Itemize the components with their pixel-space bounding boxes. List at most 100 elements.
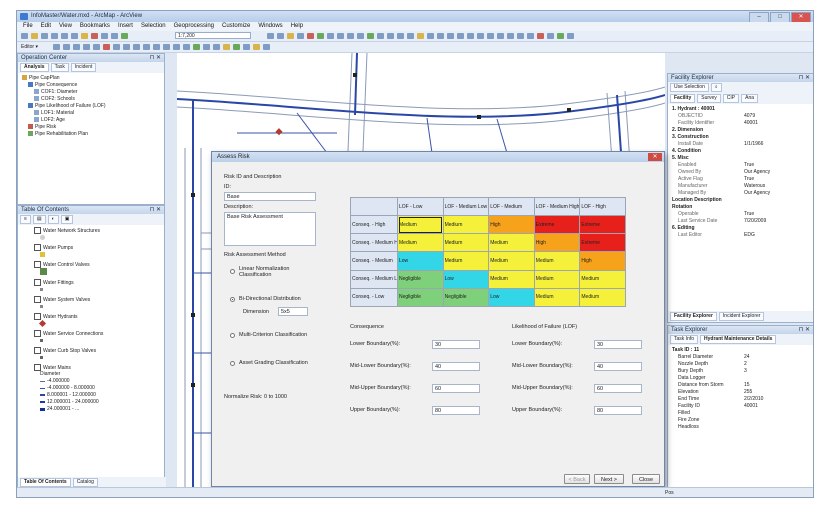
undo-icon[interactable] (101, 33, 108, 39)
property-row[interactable]: Headloss (672, 424, 809, 431)
matrix-cell[interactable]: Negligible (397, 287, 444, 308)
edit-vertices-icon[interactable] (113, 44, 120, 50)
matrix-cell[interactable]: Low (442, 269, 490, 289)
list-by-visibility-icon[interactable]: ◐ (47, 215, 59, 224)
zoom-out-icon[interactable] (347, 33, 354, 39)
table-of-contents-icon[interactable] (277, 33, 284, 39)
matrix-cell[interactable]: High (488, 215, 535, 235)
print-icon[interactable] (51, 33, 58, 39)
menu-geoprocessing[interactable]: Geoprocessing (174, 22, 214, 31)
property-row[interactable]: OBJECTID 4079 (672, 113, 809, 120)
clear-selection-icon[interactable] (427, 33, 434, 39)
network-icon[interactable] (193, 44, 200, 50)
tree-item[interactable]: COF2: Schools (22, 96, 160, 103)
matrix-cell[interactable]: Negligible (397, 269, 444, 289)
flag-icon[interactable] (203, 44, 210, 50)
trace-task-icon[interactable] (223, 44, 230, 50)
matrix-cell[interactable]: Medium (442, 251, 490, 271)
reshape-icon[interactable] (123, 44, 130, 50)
matrix-cell[interactable]: Negligible (442, 287, 490, 308)
cof-boundary-field[interactable]: 30 (432, 340, 480, 349)
find-icon[interactable] (477, 33, 484, 39)
settings-icon[interactable] (567, 33, 574, 39)
paste-icon[interactable] (81, 33, 88, 39)
list-by-drawing-order-icon[interactable]: ≡ (20, 215, 31, 224)
end-point-arc-icon[interactable] (83, 44, 90, 50)
tree-item[interactable]: Pipe Likelihood of Failure (LOF) (22, 103, 160, 110)
property-row[interactable]: Location Description (672, 197, 809, 204)
matrix-cell[interactable]: Medium (488, 251, 535, 271)
lof-boundary-field[interactable]: 80 (594, 406, 642, 415)
go-to-xy-icon[interactable] (487, 33, 494, 39)
property-row[interactable]: Operable True (672, 211, 809, 218)
menu-insert[interactable]: Insert (118, 22, 133, 31)
property-row[interactable]: Managed By Our Agency (672, 190, 809, 197)
method-radio-multicriterion[interactable] (230, 333, 235, 338)
property-row[interactable]: Last Editor EDG (672, 232, 809, 239)
property-row[interactable]: Enabled True (672, 162, 809, 169)
property-row[interactable]: Facility ID 40001 (672, 403, 809, 410)
matrix-cell[interactable]: Medium (442, 215, 490, 235)
layer-item[interactable]: Water Network Structures (22, 227, 160, 235)
property-row[interactable]: Distance from Storm 15 (672, 382, 809, 389)
map-scale-combo[interactable]: 1:7,200 (175, 32, 251, 39)
pan-icon[interactable] (357, 33, 364, 39)
property-row[interactable]: Active Flag True (672, 176, 809, 183)
save-icon[interactable] (41, 33, 48, 39)
property-row[interactable]: Barrel Diameter 24 (672, 354, 809, 361)
matrix-cell[interactable]: Medium (533, 251, 581, 271)
list-by-selection-icon[interactable]: ▣ (60, 215, 74, 224)
pin-icon[interactable]: ⊓ ✕ (150, 206, 161, 214)
tree-item[interactable]: COF1: Diameter (22, 89, 160, 96)
property-row[interactable]: 6. Editing (672, 225, 809, 232)
straight-segment-icon[interactable] (73, 44, 80, 50)
matrix-cell[interactable]: Medium (533, 269, 581, 289)
tab-ana[interactable]: Ana (741, 94, 759, 103)
tab-facility[interactable]: Facility (670, 94, 696, 103)
rotate-icon[interactable] (153, 44, 160, 50)
tab-task[interactable]: Task (50, 63, 69, 72)
property-row[interactable]: Facility Identifier 40001 (672, 120, 809, 127)
property-row[interactable]: Rotation (672, 204, 809, 211)
property-row[interactable]: End Time 2/2/2010 (672, 396, 809, 403)
time-slider-icon[interactable] (497, 33, 504, 39)
tab-table-of-contents[interactable]: Table Of Contents (20, 478, 71, 487)
method-radio-bidirectional[interactable] (230, 297, 235, 302)
hyperlink-icon[interactable] (457, 33, 464, 39)
tab-hydrant-maintenance[interactable]: Hydrant Maintenance Details (700, 335, 777, 344)
fixed-zoom-out-icon[interactable] (387, 33, 394, 39)
property-row[interactable]: Fire Zone (672, 417, 809, 424)
matrix-cell[interactable]: Medium (397, 233, 444, 253)
back-button[interactable]: < Back (564, 474, 590, 484)
matrix-cell[interactable]: Extreme (579, 233, 626, 253)
delete-icon[interactable] (91, 33, 98, 39)
property-row[interactable]: 5. Misc (672, 155, 809, 162)
solve-icon[interactable] (233, 44, 240, 50)
layout-tool-icon[interactable] (517, 33, 524, 39)
dialog-close-icon[interactable]: ✕ (648, 153, 662, 161)
matrix-cell[interactable]: Medium (488, 269, 535, 289)
editor-toolbar-icon[interactable] (267, 33, 274, 39)
property-row[interactable]: Bury Depth 3 (672, 368, 809, 375)
matrix-cell[interactable]: Low (488, 287, 535, 308)
matrix-cell[interactable]: Medium (579, 287, 626, 308)
lof-boundary-field[interactable]: 40 (594, 362, 642, 371)
matrix-cell[interactable]: High (579, 251, 626, 271)
full-extent-icon[interactable] (367, 33, 374, 39)
menu-help[interactable]: Help (291, 22, 303, 31)
attributes-icon[interactable] (163, 44, 170, 50)
python-icon[interactable] (317, 33, 324, 39)
clear-results-icon[interactable] (243, 44, 250, 50)
matrix-cell[interactable]: Medium (579, 269, 626, 289)
menu-selection[interactable]: Selection (141, 22, 166, 31)
catalog-icon[interactable] (287, 33, 294, 39)
description-field[interactable]: Base Risk Assessment (224, 212, 316, 246)
tab-facility-explorer[interactable]: Facility Explorer (670, 312, 717, 321)
layer-item[interactable]: Water Service Connections (22, 329, 160, 338)
layer-item[interactable]: Water Curb Stop Valves (22, 346, 160, 355)
matrix-cell[interactable]: Medium (442, 233, 490, 253)
cof-boundary-field[interactable]: 80 (432, 406, 480, 415)
matrix-cell[interactable]: Extreme (579, 215, 626, 235)
zoom-in-icon[interactable] (337, 33, 344, 39)
method-radio-asset-grading[interactable] (230, 361, 235, 366)
